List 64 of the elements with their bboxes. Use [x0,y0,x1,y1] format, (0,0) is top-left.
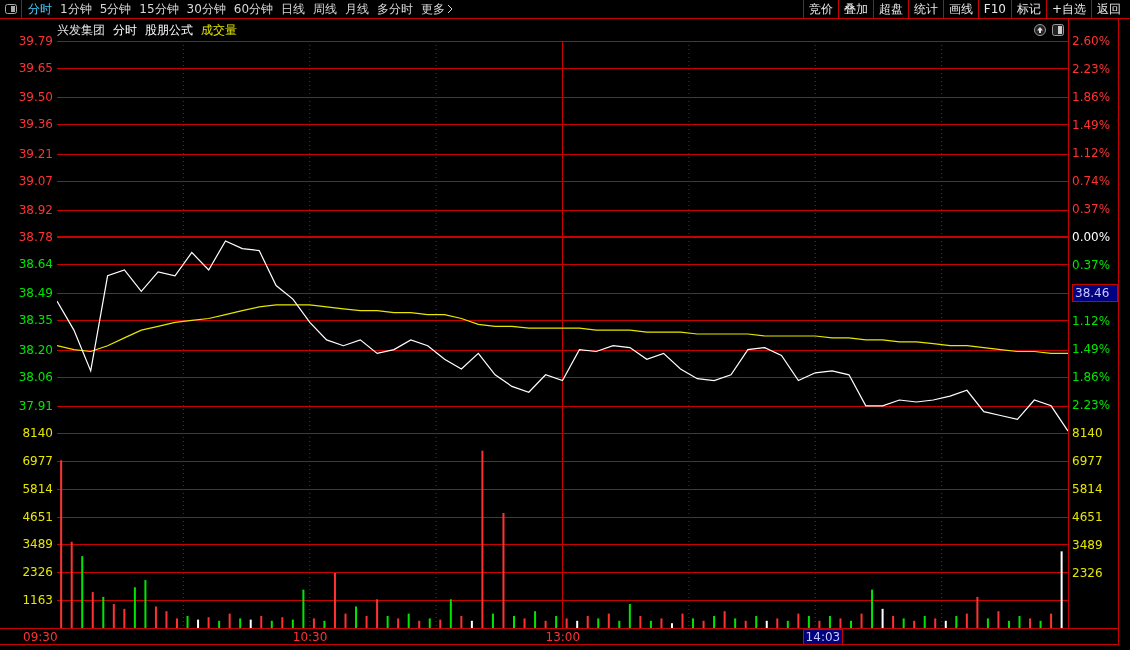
time-axis-label: 13:00 [545,630,581,644]
price-axis-label: 39.36 [18,116,53,133]
price-axis-label: 38.49 [18,285,53,302]
volume-axis-label: 3489 [1072,537,1104,554]
stock-name: 兴发集团 [57,21,105,39]
percent-axis-label: 1.49% [1072,117,1112,134]
percent-axis-label: 0.37% [1072,201,1112,218]
price-axis-label: 39.50 [18,89,53,106]
percent-axis-label: 2.60% [1072,33,1112,50]
percent-axis-label: 1.49% [1072,341,1112,358]
volume-axis-label: 5814 [1072,481,1104,498]
chevron-right-icon [447,4,454,14]
percent-axis-label: 2.23% [1072,61,1112,78]
price-axis-label: 38.35 [18,312,53,329]
period-tab[interactable]: 更多 [417,0,458,18]
period-tab[interactable]: 日线 [277,0,310,18]
percent-axis-label: 0.37% [1072,257,1112,274]
panel-icon [4,4,17,14]
price-axis-label: 38.20 [18,341,53,358]
formula-name: 股朋公式 [145,21,193,39]
price-axis-label: 38.78 [18,229,53,245]
volume-axis-label: 6977 [22,452,53,469]
period-tab[interactable]: 15分钟 [135,0,183,18]
price-axis-label: 38.06 [18,368,53,385]
percent-axis-label: 2.23% [1072,397,1112,414]
volume-axis-label: 6977 [1072,453,1104,470]
price-axis-label: 38.64 [18,256,53,273]
percent-axis-label: 0.00% [1072,229,1112,246]
cursor-price-label: 38.46 [1072,284,1118,302]
price-axis-label: 37.91 [18,397,53,414]
cursor-time-label: 14:03 [802,629,844,645]
volume-axis-label: 4651 [22,508,53,525]
volume-axis-label: 8140 [1072,425,1104,442]
price-axis-label: 39.07 [18,172,53,189]
volume-axis-label: 5814 [22,480,53,497]
volume-axis-label: 3489 [22,536,53,553]
percent-axis-label: 1.12% [1072,145,1112,162]
period-tab[interactable]: 多分时 [373,0,418,18]
period-tab[interactable]: 60分钟 [229,0,278,18]
panel-icon[interactable] [1052,24,1064,36]
price-axis-label: 39.21 [18,145,53,162]
period-tab[interactable]: 5分钟 [95,0,136,18]
period-tab[interactable]: 月线 [341,0,374,18]
period-tab[interactable]: 分时 [24,0,56,18]
volume-axis-label: 4651 [1072,509,1104,526]
volume-axis-label: 2326 [22,564,53,581]
price-axis-label: 39.79 [18,33,53,49]
volume-axis-label: 1163 [22,592,53,609]
percent-axis-label: 1.86% [1072,369,1112,386]
price-axis-label: 39.65 [18,60,53,77]
period-tab[interactable]: 周线 [309,0,342,18]
percent-axis-label: 1.86% [1072,89,1112,106]
indicator-name: 成交量 [201,21,237,39]
period-tab[interactable]: 1分钟 [56,0,96,18]
period-tab[interactable]: 30分钟 [182,0,230,18]
time-axis-label: 09:30 [23,630,58,644]
volume-axis-label: 2326 [1072,565,1104,582]
volume-axis-label: 8140 [22,425,53,441]
price-axis-label: 38.92 [18,201,53,218]
up-arrow-circle-icon[interactable] [1034,24,1046,36]
percent-axis-label: 1.12% [1072,313,1112,330]
percent-axis-label: 0.74% [1072,173,1112,190]
time-axis-label: 10:30 [292,630,328,644]
chart-mode: 分时 [113,21,137,39]
